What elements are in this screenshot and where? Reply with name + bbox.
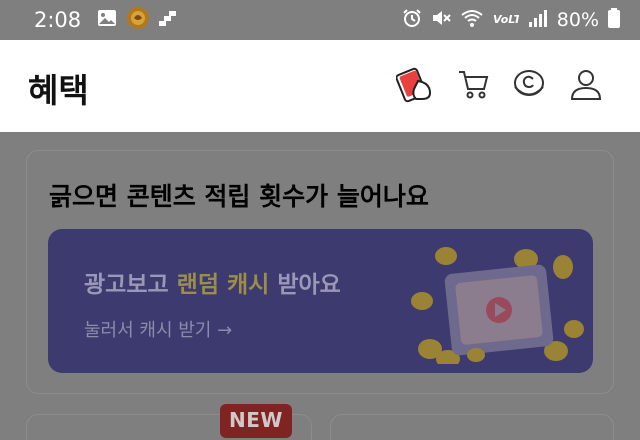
status-notification-icons [97,6,177,34]
signal-icon [528,9,548,31]
banner-link[interactable]: 눌러서 캐시 받기 → [84,316,232,342]
banner-heading-highlight: 랜덤 캐시 [176,272,270,298]
benefits-content: 긁으면 콘텐츠 적립 횟수가 늘어나요 광고보고 랜덤 캐시 받아요 눌러서 캐… [0,132,640,440]
card-title: 긁으면 콘텐츠 적립 횟수가 늘어나요 [49,182,429,211]
app-block-icon [159,10,177,30]
status-time: 2:08 [34,8,82,32]
bottom-card-right[interactable] [330,414,614,440]
mute-icon [431,8,451,32]
app-header: 혜택 [0,40,640,132]
card-stamp-button[interactable] [395,65,436,107]
battery-icon [608,8,620,32]
cart-button[interactable] [456,68,492,104]
user-icon [569,67,603,105]
gallery-icon [97,9,117,31]
banner-heading-suffix: 받아요 [269,272,341,298]
alarm-icon [402,8,422,32]
volte-icon: VoLTE [493,8,529,32]
status-left: 2:08 [34,6,177,34]
page-title: 혜택 [28,71,89,110]
new-badge: NEW [220,404,292,438]
banner-heading-prefix: 광고보고 [84,272,177,298]
scratch-card: 긁으면 콘텐츠 적립 횟수가 늘어나요 광고보고 랜덤 캐시 받아요 눌러서 캐… [26,150,614,394]
banner-heading: 광고보고 랜덤 캐시 받아요 [84,265,341,299]
svg-text:VoLTE: VoLTE [493,13,519,26]
status-right: VoLTE 80% [402,8,620,32]
cash-button[interactable] [511,68,547,104]
video-coins-illustration [408,239,588,368]
status-bar: 2:08 VoLTE 80% [0,0,640,40]
coin-c-icon [512,68,546,104]
ad-cash-banner[interactable]: 광고보고 랜덤 캐시 받아요 눌러서 캐시 받기 → [48,229,593,373]
cart-icon [457,68,491,104]
wifi-icon [460,8,484,32]
app-coin-icon [126,6,150,34]
my-page-button[interactable] [568,68,604,104]
card-stamp-icon [395,65,436,107]
battery-percent: 80% [556,9,599,31]
